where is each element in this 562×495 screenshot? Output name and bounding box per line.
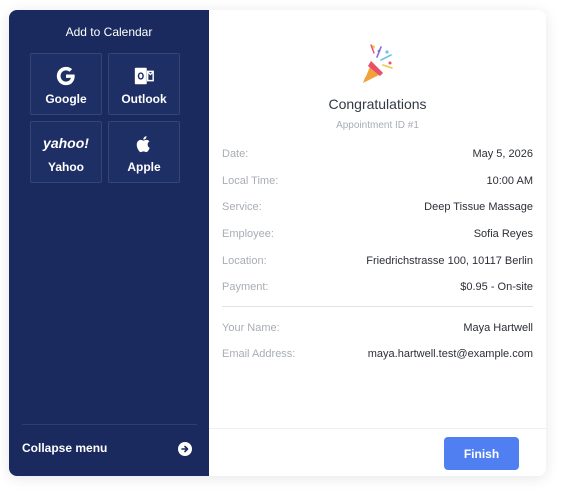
- detail-row-email: Email Address: maya.hartwell.test@exampl…: [222, 348, 533, 364]
- sidebar-title: Add to Calendar: [65, 25, 153, 39]
- detail-label: Email Address:: [222, 348, 296, 360]
- confirmation-content: Congratulations Appointment ID #1 Date: …: [209, 10, 546, 476]
- detail-value: Sofia Reyes: [473, 228, 533, 240]
- outlook-icon: [109, 64, 179, 88]
- detail-value: Friedrichstrasse 100, 10117 Berlin: [366, 255, 533, 267]
- detail-label: Payment:: [222, 281, 269, 293]
- google-calendar-button[interactable]: Google: [30, 53, 102, 115]
- outlook-label: Outlook: [121, 92, 167, 106]
- google-label: Google: [45, 92, 87, 106]
- appointment-id: Appointment ID #1: [336, 120, 419, 131]
- collapse-menu-label: Collapse menu: [22, 441, 108, 455]
- detail-label: Employee:: [222, 228, 274, 240]
- yahoo-icon: yahoo!: [31, 132, 101, 156]
- google-icon: [31, 64, 101, 88]
- detail-value: 10:00 AM: [486, 175, 533, 187]
- detail-row-name: Your Name: Maya Hartwell: [222, 322, 533, 338]
- footer-bar: Finish: [209, 428, 546, 476]
- detail-row-service: Service: Deep Tissue Massage: [222, 201, 533, 217]
- svg-text:yahoo!: yahoo!: [42, 135, 89, 151]
- detail-label: Local Time:: [222, 175, 279, 187]
- detail-value: Maya Hartwell: [463, 322, 533, 334]
- party-popper-icon: [359, 43, 395, 85]
- booking-confirmation-panel: Add to Calendar Google Outlook yahoo! Ya…: [9, 10, 546, 476]
- calendar-sidebar: Add to Calendar Google Outlook yahoo! Ya…: [9, 10, 209, 476]
- detail-label: Your Name:: [222, 322, 280, 334]
- apple-icon: [109, 132, 179, 156]
- detail-label: Service:: [222, 201, 262, 213]
- detail-row-location: Location: Friedrichstrasse 100, 10117 Be…: [222, 255, 533, 271]
- section-divider: [222, 306, 533, 307]
- apple-calendar-button[interactable]: Apple: [108, 121, 180, 183]
- detail-row-payment: Payment: $0.95 - On-site: [222, 281, 533, 297]
- detail-row-employee: Employee: Sofia Reyes: [222, 228, 533, 244]
- page-title: Congratulations: [328, 96, 427, 112]
- finish-button[interactable]: Finish: [444, 437, 519, 470]
- apple-label: Apple: [127, 160, 161, 174]
- yahoo-calendar-button[interactable]: yahoo! Yahoo: [30, 121, 102, 183]
- arrow-right-circle-icon: [178, 442, 192, 456]
- sidebar-divider: [22, 424, 197, 425]
- detail-value: May 5, 2026: [472, 148, 533, 160]
- detail-value: maya.hartwell.test@example.com: [367, 348, 533, 360]
- collapse-menu-button[interactable]: Collapse menu: [9, 430, 209, 468]
- yahoo-label: Yahoo: [47, 160, 84, 174]
- detail-value: Deep Tissue Massage: [424, 201, 533, 213]
- detail-label: Date:: [222, 148, 249, 160]
- detail-value: $0.95 - On-site: [460, 281, 533, 293]
- detail-row-time: Local Time: 10:00 AM: [222, 175, 533, 191]
- detail-label: Location:: [222, 255, 267, 267]
- detail-row-date: Date: May 5, 2026: [222, 148, 533, 164]
- outlook-calendar-button[interactable]: Outlook: [108, 53, 180, 115]
